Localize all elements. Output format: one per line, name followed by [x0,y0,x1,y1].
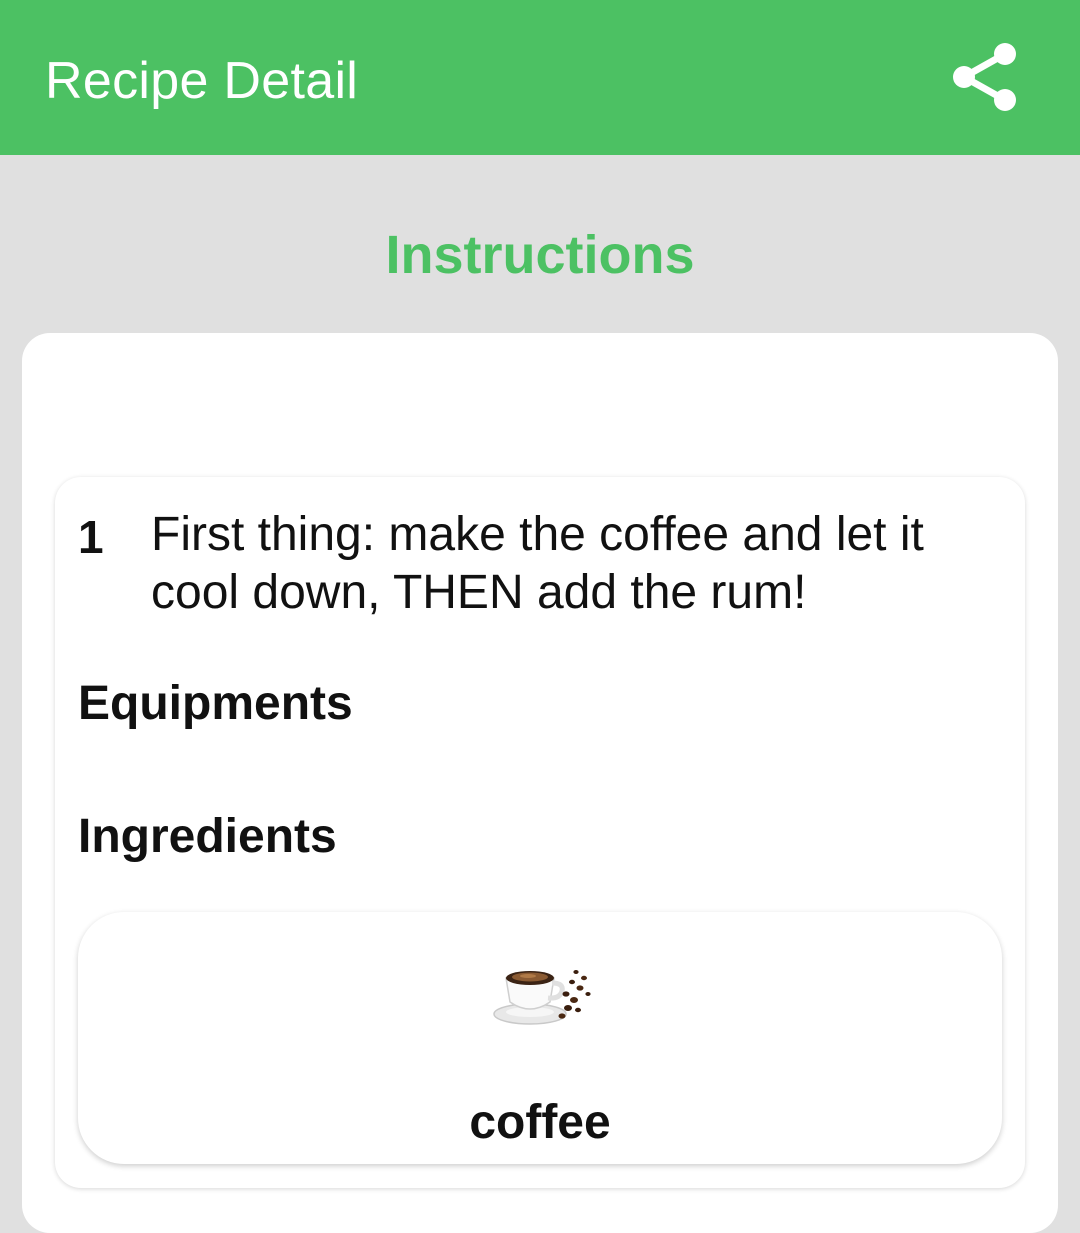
step-text: First thing: make the coffee and let it … [151,508,924,619]
app-bar: Recipe Detail [0,0,1080,155]
step-number: 1 [78,511,104,563]
coffee-cup-icon [493,970,591,1025]
share-button[interactable] [946,38,1024,116]
instructions-heading: Instructions [385,225,695,285]
share-icon [953,43,1016,111]
page-title: Recipe Detail [45,52,359,110]
ingredients-heading: Ingredients [78,810,337,863]
equipments-heading: Equipments [78,677,353,730]
ingredient-name: coffee [469,1096,611,1149]
